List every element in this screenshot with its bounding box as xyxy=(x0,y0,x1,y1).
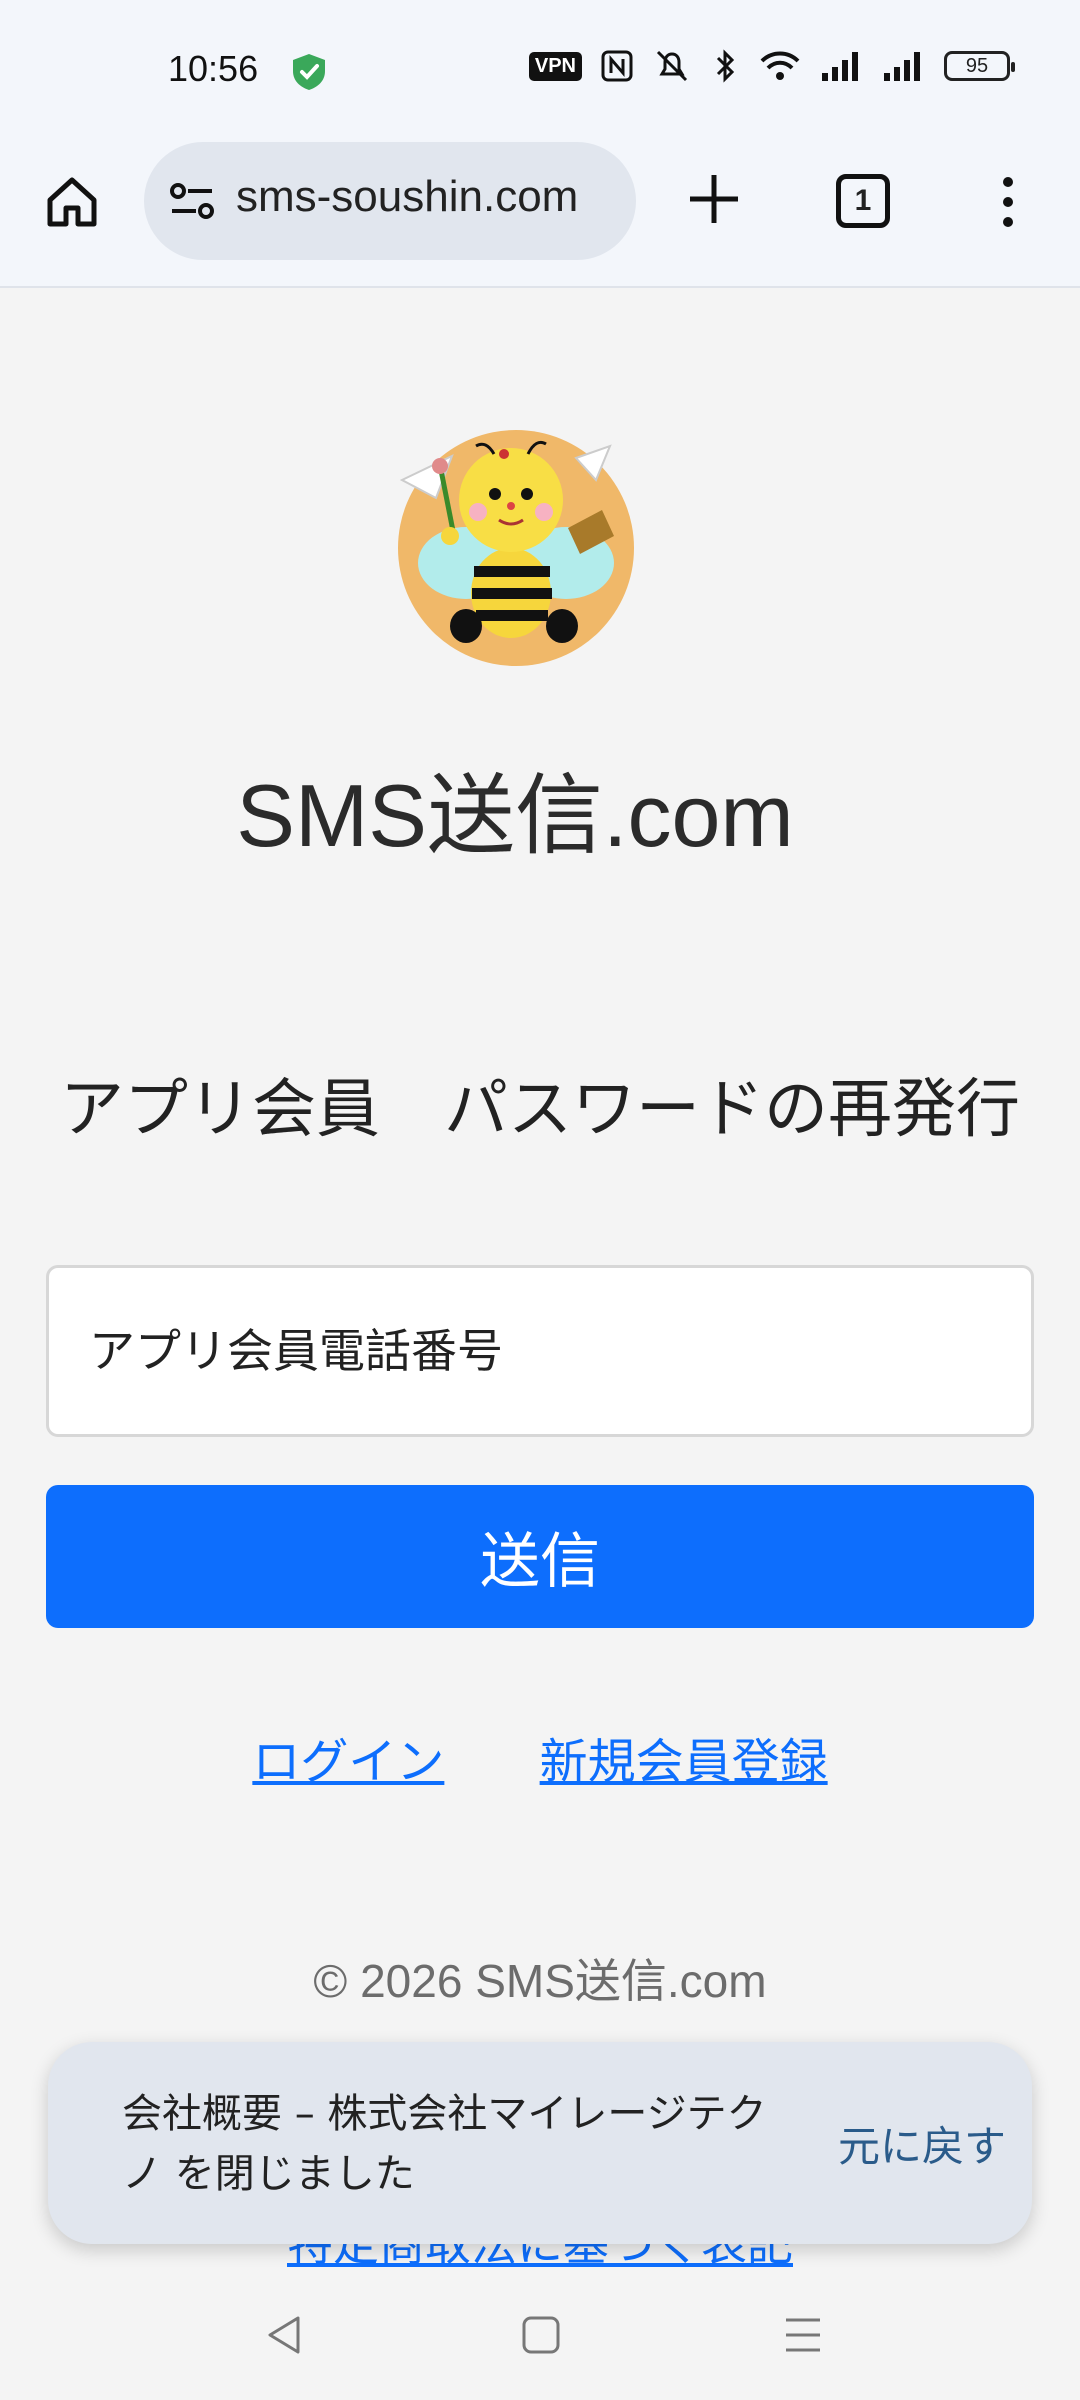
site-title: SMS送信.com xyxy=(236,766,794,865)
tab-switcher-button[interactable]: 1 xyxy=(836,174,890,228)
back-icon[interactable] xyxy=(262,2312,308,2358)
new-tab-icon[interactable] xyxy=(686,171,742,227)
home-nav-icon[interactable] xyxy=(520,2314,562,2356)
status-time: 10:56 xyxy=(168,48,259,89)
auth-links: ログイン 新規会員登録 xyxy=(0,1722,1080,1792)
mute-icon xyxy=(656,50,688,82)
vpn-icon: VPN xyxy=(528,51,582,81)
browser-toolbar: sms-soushin.com 1 xyxy=(0,140,1080,288)
snackbar-message: 会社概要 – 株式会社マイレージテクノ を閉じました xyxy=(122,2091,767,2197)
wifi-icon xyxy=(760,51,800,80)
battery-icon: 95 xyxy=(944,51,1015,81)
signal-icon-2 xyxy=(884,52,920,81)
signal-icon xyxy=(822,52,858,81)
recent-apps-icon[interactable] xyxy=(780,2312,826,2358)
shield-icon xyxy=(293,54,325,90)
site-settings-icon[interactable] xyxy=(168,180,216,222)
bluetooth-icon xyxy=(716,49,735,83)
status-bar: 10:56 VPN 95 xyxy=(0,0,1080,140)
snackbar: 会社概要 – 株式会社マイレージテクノ を閉じました 元に戻す xyxy=(48,2042,1032,2244)
address-bar[interactable]: sms-soushin.com xyxy=(144,142,636,260)
status-icons: VPN 95 xyxy=(528,48,1015,84)
undo-button[interactable]: 元に戻す xyxy=(838,2042,1006,2244)
page-heading: アプリ会員 パスワードの再発行 xyxy=(60,1073,1020,1147)
bee-logo-icon xyxy=(398,430,634,666)
more-menu-icon[interactable] xyxy=(990,174,1026,230)
navigation-bar xyxy=(0,2288,1080,2400)
submit-button[interactable]: 送信 xyxy=(46,1485,1034,1628)
home-icon[interactable] xyxy=(42,172,102,232)
phone-number-input[interactable] xyxy=(46,1265,1034,1437)
url-text[interactable]: sms-soushin.com xyxy=(236,172,578,222)
login-link[interactable]: ログイン xyxy=(252,1734,444,1790)
footer-copyright: © 2026 SMS送信.com xyxy=(313,1955,767,2007)
register-link[interactable]: 新規会員登録 xyxy=(540,1734,828,1790)
nfc-icon xyxy=(601,50,633,82)
